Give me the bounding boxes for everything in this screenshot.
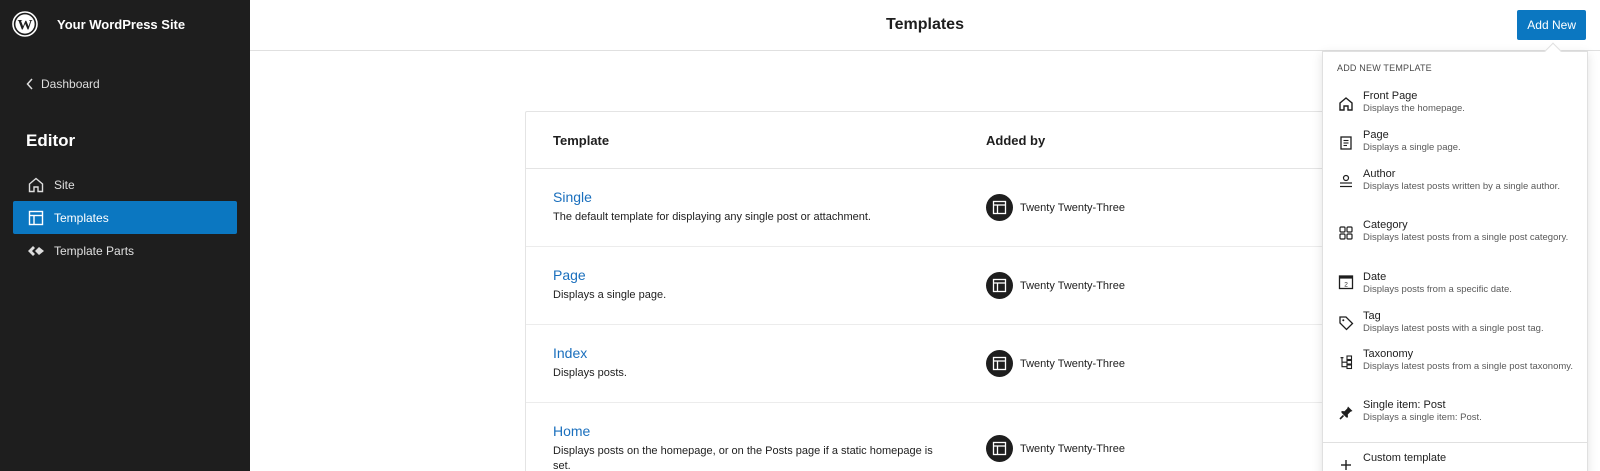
- sidebar-item-label: Templates: [54, 210, 109, 225]
- menu-item-title: Page: [1363, 129, 1389, 141]
- menu-item-single-post[interactable]: Single item: Post Displays a single item…: [1323, 398, 1587, 424]
- menu-item-title: Tag: [1363, 310, 1381, 322]
- author-name: Twenty Twenty-Three: [1020, 357, 1125, 370]
- menu-divider: [1323, 442, 1587, 443]
- back-to-dashboard-link[interactable]: Dashboard: [26, 77, 100, 91]
- menu-item-date[interactable]: 2 Date Displays posts from a specific da…: [1323, 270, 1587, 296]
- sidebar-item-templates[interactable]: Templates: [13, 201, 237, 234]
- menu-item-category[interactable]: Category Displays latest posts from a si…: [1323, 218, 1587, 244]
- menu-item-description: Displays a single item: Post.: [1363, 412, 1482, 423]
- menu-item-title: Taxonomy: [1363, 348, 1414, 360]
- table-row: Index Displays posts. Twenty Twenty-Thre…: [526, 325, 1344, 403]
- add-new-template-menu: ADD NEW TEMPLATE Front Page Displays the…: [1322, 51, 1588, 471]
- column-header-added-by: Added by: [986, 133, 1046, 148]
- template-link-page[interactable]: Page: [553, 267, 586, 283]
- template-author: Twenty Twenty-Three: [986, 350, 1125, 377]
- svg-text:W: W: [18, 17, 33, 33]
- template-description: Displays posts.: [553, 367, 627, 379]
- template-author: Twenty Twenty-Three: [986, 194, 1125, 221]
- menu-item-description: Displays latest posts from a single post…: [1363, 232, 1569, 243]
- menu-item-taxonomy[interactable]: Taxonomy Displays latest posts from a si…: [1323, 347, 1587, 373]
- template-link-home[interactable]: Home: [553, 423, 590, 439]
- symbol-icon: [28, 245, 44, 256]
- template-description: The default template for displaying any …: [553, 211, 871, 223]
- menu-item-title: Single item: Post: [1363, 399, 1446, 411]
- menu-item-front-page[interactable]: Front Page Displays the homepage.: [1323, 89, 1587, 115]
- chevron-left-icon: [26, 78, 33, 90]
- svg-text:2: 2: [1344, 281, 1348, 288]
- menu-item-tag[interactable]: Tag Displays latest posts with a single …: [1323, 309, 1587, 335]
- wordpress-logo-icon[interactable]: W: [12, 11, 38, 37]
- column-header-template: Template: [553, 133, 610, 148]
- category-icon: [1336, 223, 1356, 243]
- taxonomy-icon: [1336, 352, 1356, 372]
- menu-item-description: Displays a single page.: [1363, 142, 1461, 153]
- template-author: Twenty Twenty-Three: [986, 272, 1125, 299]
- sidebar-item-label: Template Parts: [54, 243, 135, 258]
- layout-icon: [28, 210, 44, 225]
- menu-item-description: Displays latest posts written by a singl…: [1363, 181, 1560, 192]
- menu-item-description: Displays latest posts from a single post…: [1363, 361, 1573, 372]
- template-description: Displays posts on the homepage, or on th…: [553, 445, 933, 471]
- layout-icon: [992, 441, 1007, 456]
- table-header: Template Added by: [526, 112, 1344, 169]
- layout-icon: [992, 200, 1007, 215]
- site-name: Your WordPress Site: [57, 16, 186, 32]
- theme-avatar: [986, 272, 1013, 299]
- menu-item-description: Displays latest posts with a single post…: [1363, 323, 1544, 334]
- menu-item-title: Front Page: [1363, 90, 1418, 102]
- menu-item-title: Custom template: [1363, 452, 1447, 464]
- theme-avatar: [986, 435, 1013, 462]
- sidebar-item-label: Site: [54, 177, 75, 192]
- site-brand[interactable]: W Your WordPress Site: [12, 11, 185, 37]
- author-name: Twenty Twenty-Three: [1020, 201, 1125, 214]
- tag-icon: [1336, 313, 1356, 333]
- back-link-label: Dashboard: [41, 77, 100, 91]
- template-author: Twenty Twenty-Three: [986, 435, 1125, 462]
- author-icon: [1336, 172, 1356, 192]
- template-link-index[interactable]: Index: [553, 345, 587, 361]
- menu-item-custom-template[interactable]: Custom template: [1323, 451, 1587, 470]
- menu-item-title: Category: [1363, 219, 1408, 231]
- table-row: Single The default template for displayi…: [526, 169, 1344, 247]
- layout-icon: [992, 356, 1007, 371]
- plus-icon: [1336, 455, 1356, 471]
- table-row: Page Displays a single page. Twenty Twen…: [526, 247, 1344, 325]
- page-title: Templates: [886, 16, 964, 33]
- home-icon: [28, 177, 44, 192]
- author-name: Twenty Twenty-Three: [1020, 279, 1125, 292]
- editor-sidebar: W Your WordPress Site Dashboard Editor S…: [0, 0, 250, 471]
- template-description: Displays a single page.: [553, 289, 667, 301]
- page-icon: [1336, 133, 1356, 153]
- pin-icon: [1336, 403, 1356, 423]
- home-icon: [1336, 94, 1356, 114]
- calendar-icon: 2: [1336, 272, 1356, 292]
- menu-item-author[interactable]: Author Displays latest posts written by …: [1323, 167, 1587, 193]
- add-new-button[interactable]: Add New: [1517, 10, 1586, 40]
- menu-item-page[interactable]: Page Displays a single page.: [1323, 128, 1587, 154]
- sidebar-section-title: Editor: [26, 131, 76, 150]
- sidebar-item-template-parts[interactable]: Template Parts: [13, 234, 237, 267]
- theme-avatar: [986, 350, 1013, 377]
- menu-item-description: Displays posts from a specific date.: [1363, 284, 1512, 295]
- menu-heading: ADD NEW TEMPLATE: [1337, 63, 1432, 73]
- table-row: Home Displays posts on the homepage, or …: [526, 403, 1344, 471]
- templates-table: Template Added by Single The default tem…: [525, 111, 1345, 471]
- menu-item-title: Author: [1363, 168, 1396, 180]
- menu-item-title: Date: [1363, 271, 1387, 283]
- top-bar: Templates Add New: [250, 0, 1600, 51]
- sidebar-item-site[interactable]: Site: [13, 168, 237, 201]
- layout-icon: [992, 278, 1007, 293]
- template-link-single[interactable]: Single: [553, 189, 592, 205]
- theme-avatar: [986, 194, 1013, 221]
- author-name: Twenty Twenty-Three: [1020, 442, 1125, 455]
- menu-item-description: Displays the homepage.: [1363, 103, 1465, 114]
